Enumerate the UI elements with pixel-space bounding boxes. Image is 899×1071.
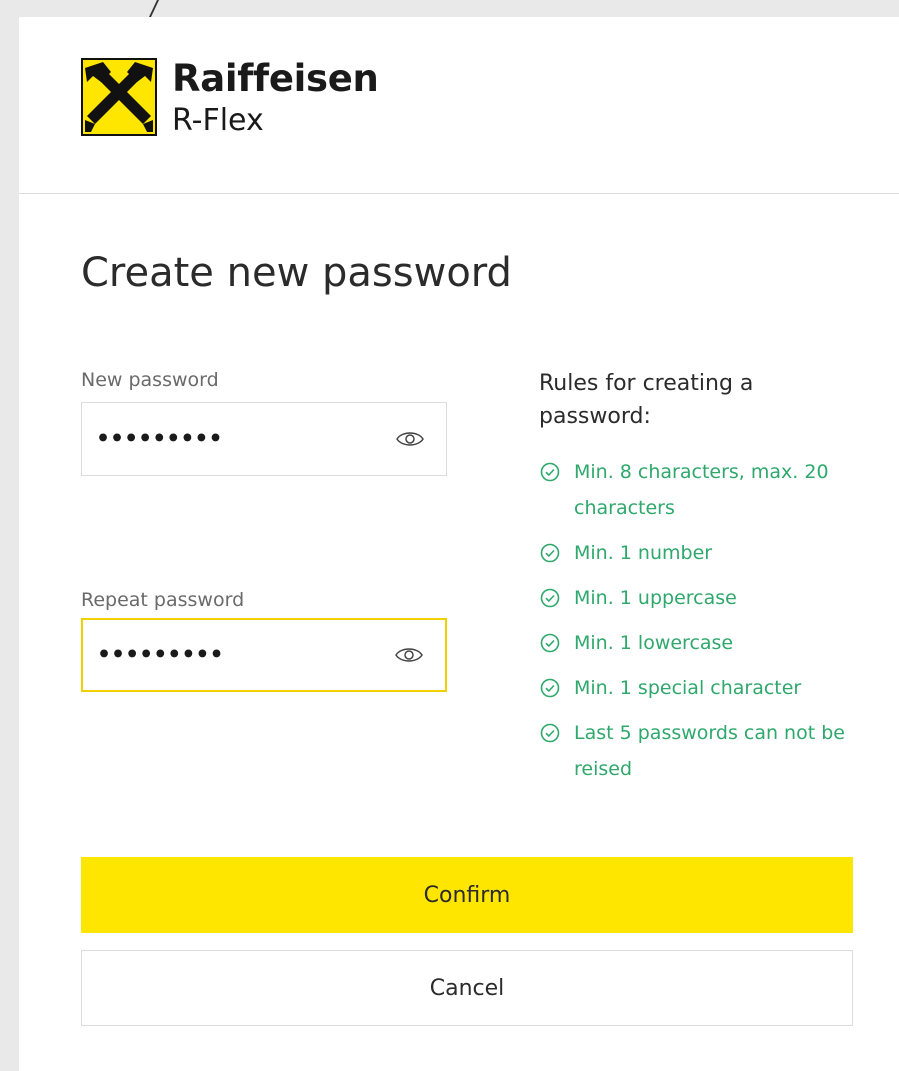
raiffeisen-crossed-horses-icon bbox=[81, 58, 157, 136]
rule-text: Min. 1 special character bbox=[574, 677, 802, 699]
product-name: R-Flex bbox=[172, 103, 264, 138]
eye-icon[interactable] bbox=[395, 646, 423, 664]
new-password-input[interactable] bbox=[94, 425, 378, 453]
rule-text: Min. 1 number bbox=[574, 542, 713, 564]
new-password-field[interactable] bbox=[81, 402, 447, 476]
repeat-password-input[interactable] bbox=[95, 641, 379, 669]
rule-item: Min. 1 special character bbox=[536, 670, 876, 706]
check-circle-icon bbox=[540, 678, 560, 698]
rule-item: Min. 8 characters, max. 20 characters bbox=[536, 454, 876, 526]
rule-text: Last 5 passwords can not be reised bbox=[574, 722, 845, 780]
rule-item: Last 5 passwords can not be reised bbox=[536, 715, 876, 787]
confirm-button[interactable]: Confirm bbox=[81, 857, 853, 933]
rule-text: Min. 8 characters, max. 20 characters bbox=[574, 461, 829, 519]
check-circle-icon bbox=[540, 462, 560, 482]
rule-text: Min. 1 uppercase bbox=[574, 587, 737, 609]
rule-item: Min. 1 uppercase bbox=[536, 580, 876, 616]
page-title: Create new password bbox=[81, 250, 512, 296]
rules-list: Min. 8 characters, max. 20 characters Mi… bbox=[536, 454, 876, 796]
password-card: Raiffeisen R-Flex Create new password Ne… bbox=[19, 17, 899, 1071]
rule-text: Min. 1 lowercase bbox=[574, 632, 734, 654]
repeat-password-label: Repeat password bbox=[81, 589, 245, 611]
check-circle-icon bbox=[540, 723, 560, 743]
cancel-button[interactable]: Cancel bbox=[81, 950, 853, 1026]
header: Raiffeisen R-Flex bbox=[19, 17, 899, 194]
rule-item: Min. 1 number bbox=[536, 535, 876, 571]
brand-name: Raiffeisen bbox=[172, 57, 379, 100]
rules-title: Rules for creating a password: bbox=[539, 371, 754, 429]
check-circle-icon bbox=[540, 543, 560, 563]
check-circle-icon bbox=[540, 633, 560, 653]
rule-item: Min. 1 lowercase bbox=[536, 625, 876, 661]
repeat-password-field[interactable] bbox=[81, 618, 447, 692]
eye-icon[interactable] bbox=[396, 430, 424, 448]
check-circle-icon bbox=[540, 588, 560, 608]
new-password-label: New password bbox=[81, 369, 219, 391]
